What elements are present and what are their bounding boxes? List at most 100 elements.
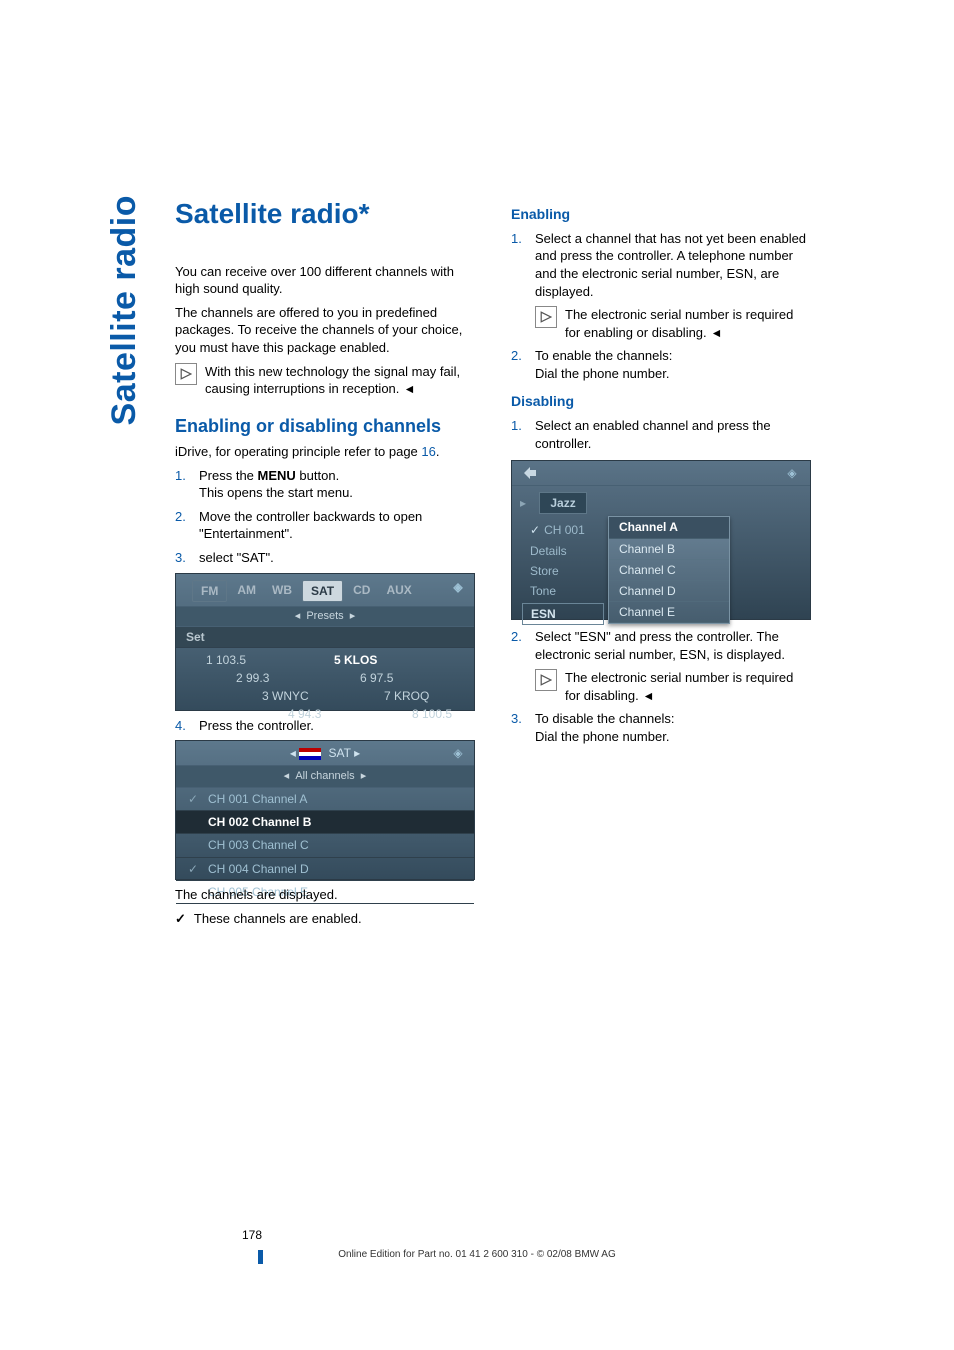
left-column: Satellite radio* You can receive over 10… bbox=[175, 195, 475, 929]
channel-row-3-label: CH 003 Channel C bbox=[208, 837, 309, 853]
popup-row-c[interactable]: Channel C bbox=[609, 560, 729, 581]
right-arrow-icon: ▸ bbox=[520, 496, 526, 510]
tuner-icon: ◈ bbox=[784, 465, 800, 481]
sb-header: ◂ SAT ▸ ◈ bbox=[176, 741, 474, 766]
esn-note-2: The electronic serial number is required… bbox=[535, 669, 811, 704]
tab-am[interactable]: AM bbox=[231, 580, 262, 602]
sc-topbar: ◈ bbox=[512, 461, 810, 486]
enabling-steps: 1. Select a channel that has not yet bee… bbox=[511, 230, 811, 300]
page: Satellite radio Satellite radio* You can… bbox=[0, 0, 954, 1350]
preset-6[interactable]: 6 97.5 bbox=[360, 670, 393, 686]
tab-sat[interactable]: SAT bbox=[302, 580, 343, 602]
note-icon bbox=[535, 669, 557, 691]
step-2-text: Move the controller backwards to open "E… bbox=[199, 508, 475, 543]
category-jazz[interactable]: Jazz bbox=[539, 492, 586, 514]
note-icon bbox=[175, 363, 197, 385]
intro-paragraph-2: The channels are offered to you in prede… bbox=[175, 304, 475, 357]
step-2: 2. Move the controller backwards to open… bbox=[175, 508, 475, 543]
en-step-2b: Dial the phone number. bbox=[535, 366, 669, 381]
popup-row-b[interactable]: Channel B bbox=[609, 539, 729, 560]
all-channels-label: All channels bbox=[295, 770, 354, 782]
side-channel[interactable]: CH 001 bbox=[522, 520, 604, 540]
steps-list: 1. Press the MENU button. This opens the… bbox=[175, 467, 475, 567]
menu-label: MENU bbox=[258, 468, 296, 483]
step-1-post: button. bbox=[296, 468, 339, 483]
check-icon: ✓ bbox=[175, 910, 186, 928]
content-columns: Satellite radio* You can receive over 10… bbox=[175, 195, 854, 929]
esn-note: The electronic serial number is required… bbox=[535, 306, 811, 341]
sc-side-menu: CH 001 Details Store Tone ESN bbox=[522, 520, 604, 625]
di-step-1-text: Select an enabled channel and press the … bbox=[535, 417, 811, 452]
step-num-3: 3. bbox=[511, 710, 525, 745]
step-1-pre: Press the bbox=[199, 468, 258, 483]
preset-7[interactable]: 7 KROQ bbox=[384, 688, 429, 704]
en-step-2a: To enable the channels: bbox=[535, 348, 672, 363]
radio-source-tabs: FM AM WB SAT CD AUX ◈ bbox=[176, 574, 474, 606]
di-step-1: 1. Select an enabled channel and press t… bbox=[511, 417, 811, 452]
enabling-heading: Enabling bbox=[511, 205, 811, 224]
step-num-1: 1. bbox=[511, 230, 525, 300]
back-icon[interactable] bbox=[522, 465, 538, 481]
channel-row-1[interactable]: ✓CH 001 Channel A bbox=[176, 788, 474, 811]
preset-2[interactable]: 2 99.3 bbox=[236, 670, 269, 686]
enabled-check-text: These channels are enabled. bbox=[194, 910, 362, 928]
intro-paragraph-1: You can receive over 100 different chann… bbox=[175, 263, 475, 298]
di-step-3a: To disable the channels: bbox=[535, 711, 674, 726]
preset-1[interactable]: 1 103.5 bbox=[206, 652, 246, 668]
channel-row-4[interactable]: ✓ CH 004 Channel D bbox=[176, 858, 474, 881]
page-number: 178 bbox=[242, 1228, 262, 1242]
tab-fm[interactable]: FM bbox=[192, 580, 227, 602]
page-footer: 178 Online Edition for Part no. 01 41 2 … bbox=[0, 1249, 954, 1260]
presets-header[interactable]: ◂ Presets ▸ bbox=[176, 606, 474, 627]
step-num-2: 2. bbox=[511, 347, 525, 382]
step-1: 1. Press the MENU button. This opens the… bbox=[175, 467, 475, 502]
popup-row-e[interactable]: Channel E bbox=[609, 602, 729, 623]
di-step-2-text: Select "ESN" and press the controller. T… bbox=[535, 628, 811, 663]
side-details[interactable]: Details bbox=[522, 541, 604, 561]
tab-aux[interactable]: AUX bbox=[380, 580, 417, 602]
side-store[interactable]: Store bbox=[522, 561, 604, 581]
side-tone[interactable]: Tone bbox=[522, 581, 604, 601]
channel-row-4-label: CH 004 Channel D bbox=[208, 861, 309, 877]
right-arrow-icon: ▸ bbox=[354, 746, 360, 760]
preset-8[interactable]: 8 100.5 bbox=[412, 706, 452, 722]
esn-note-2-body: The electronic serial number is required… bbox=[565, 670, 793, 703]
end-mark-icon bbox=[644, 687, 653, 705]
disabling-heading: Disabling bbox=[511, 392, 811, 411]
signal-note-body: With this new technology the signal may … bbox=[205, 364, 460, 397]
flag-icon bbox=[299, 748, 321, 760]
preset-4[interactable]: 4 94.3 bbox=[288, 706, 321, 722]
esn-note-body: The electronic serial number is required… bbox=[565, 307, 793, 340]
channel-row-2[interactable]: CH 002 Channel B bbox=[176, 811, 474, 834]
right-arrow-icon: ▸ bbox=[361, 770, 367, 782]
check-icon: ✓ bbox=[186, 861, 200, 877]
step-num-3: 3. bbox=[175, 549, 189, 567]
popup-row-a[interactable]: Channel A bbox=[609, 517, 729, 538]
disabling-steps: 1. Select an enabled channel and press t… bbox=[511, 417, 811, 452]
side-esn[interactable]: ESN bbox=[522, 603, 604, 625]
jazz-tab-row: ▸ Jazz bbox=[512, 486, 810, 520]
disabling-steps-2: 2. Select "ESN" and press the controller… bbox=[511, 628, 811, 663]
all-channels-row[interactable]: ◂ All channels ▸ bbox=[176, 766, 474, 788]
enabled-check-line: ✓ These channels are enabled. bbox=[175, 910, 475, 928]
tab-wb[interactable]: WB bbox=[266, 580, 298, 602]
popup-row-d[interactable]: Channel D bbox=[609, 581, 729, 602]
radio-screenshot-channels: ◂ SAT ▸ ◈ ◂ All channels ▸ ✓CH 001 Chann… bbox=[175, 740, 475, 880]
preset-5[interactable]: 5 KLOS bbox=[334, 652, 377, 668]
tab-cd[interactable]: CD bbox=[347, 580, 376, 602]
idrive-ref-pre: iDrive, for operating principle refer to… bbox=[175, 444, 421, 459]
end-mark-icon bbox=[712, 324, 721, 342]
channel-row-1-label: CH 001 Channel A bbox=[208, 791, 307, 807]
radio-screenshot-presets: FM AM WB SAT CD AUX ◈ ◂ Presets ▸ Set 1 … bbox=[175, 573, 475, 711]
preset-3[interactable]: 3 WNYC bbox=[262, 688, 309, 704]
footer-accent-bar bbox=[258, 1250, 263, 1264]
esn-note-text: The electronic serial number is required… bbox=[565, 306, 811, 341]
page-link-16[interactable]: 16 bbox=[421, 444, 435, 459]
left-arrow-icon: ◂ bbox=[290, 746, 296, 760]
set-row[interactable]: Set bbox=[176, 627, 474, 648]
tuner-icon: ◈ bbox=[450, 580, 466, 596]
note-icon bbox=[535, 306, 557, 328]
step-num-2: 2. bbox=[511, 628, 525, 663]
channel-row-3[interactable]: CH 003 Channel C bbox=[176, 834, 474, 857]
step-1-line2: This opens the start menu. bbox=[199, 485, 353, 500]
